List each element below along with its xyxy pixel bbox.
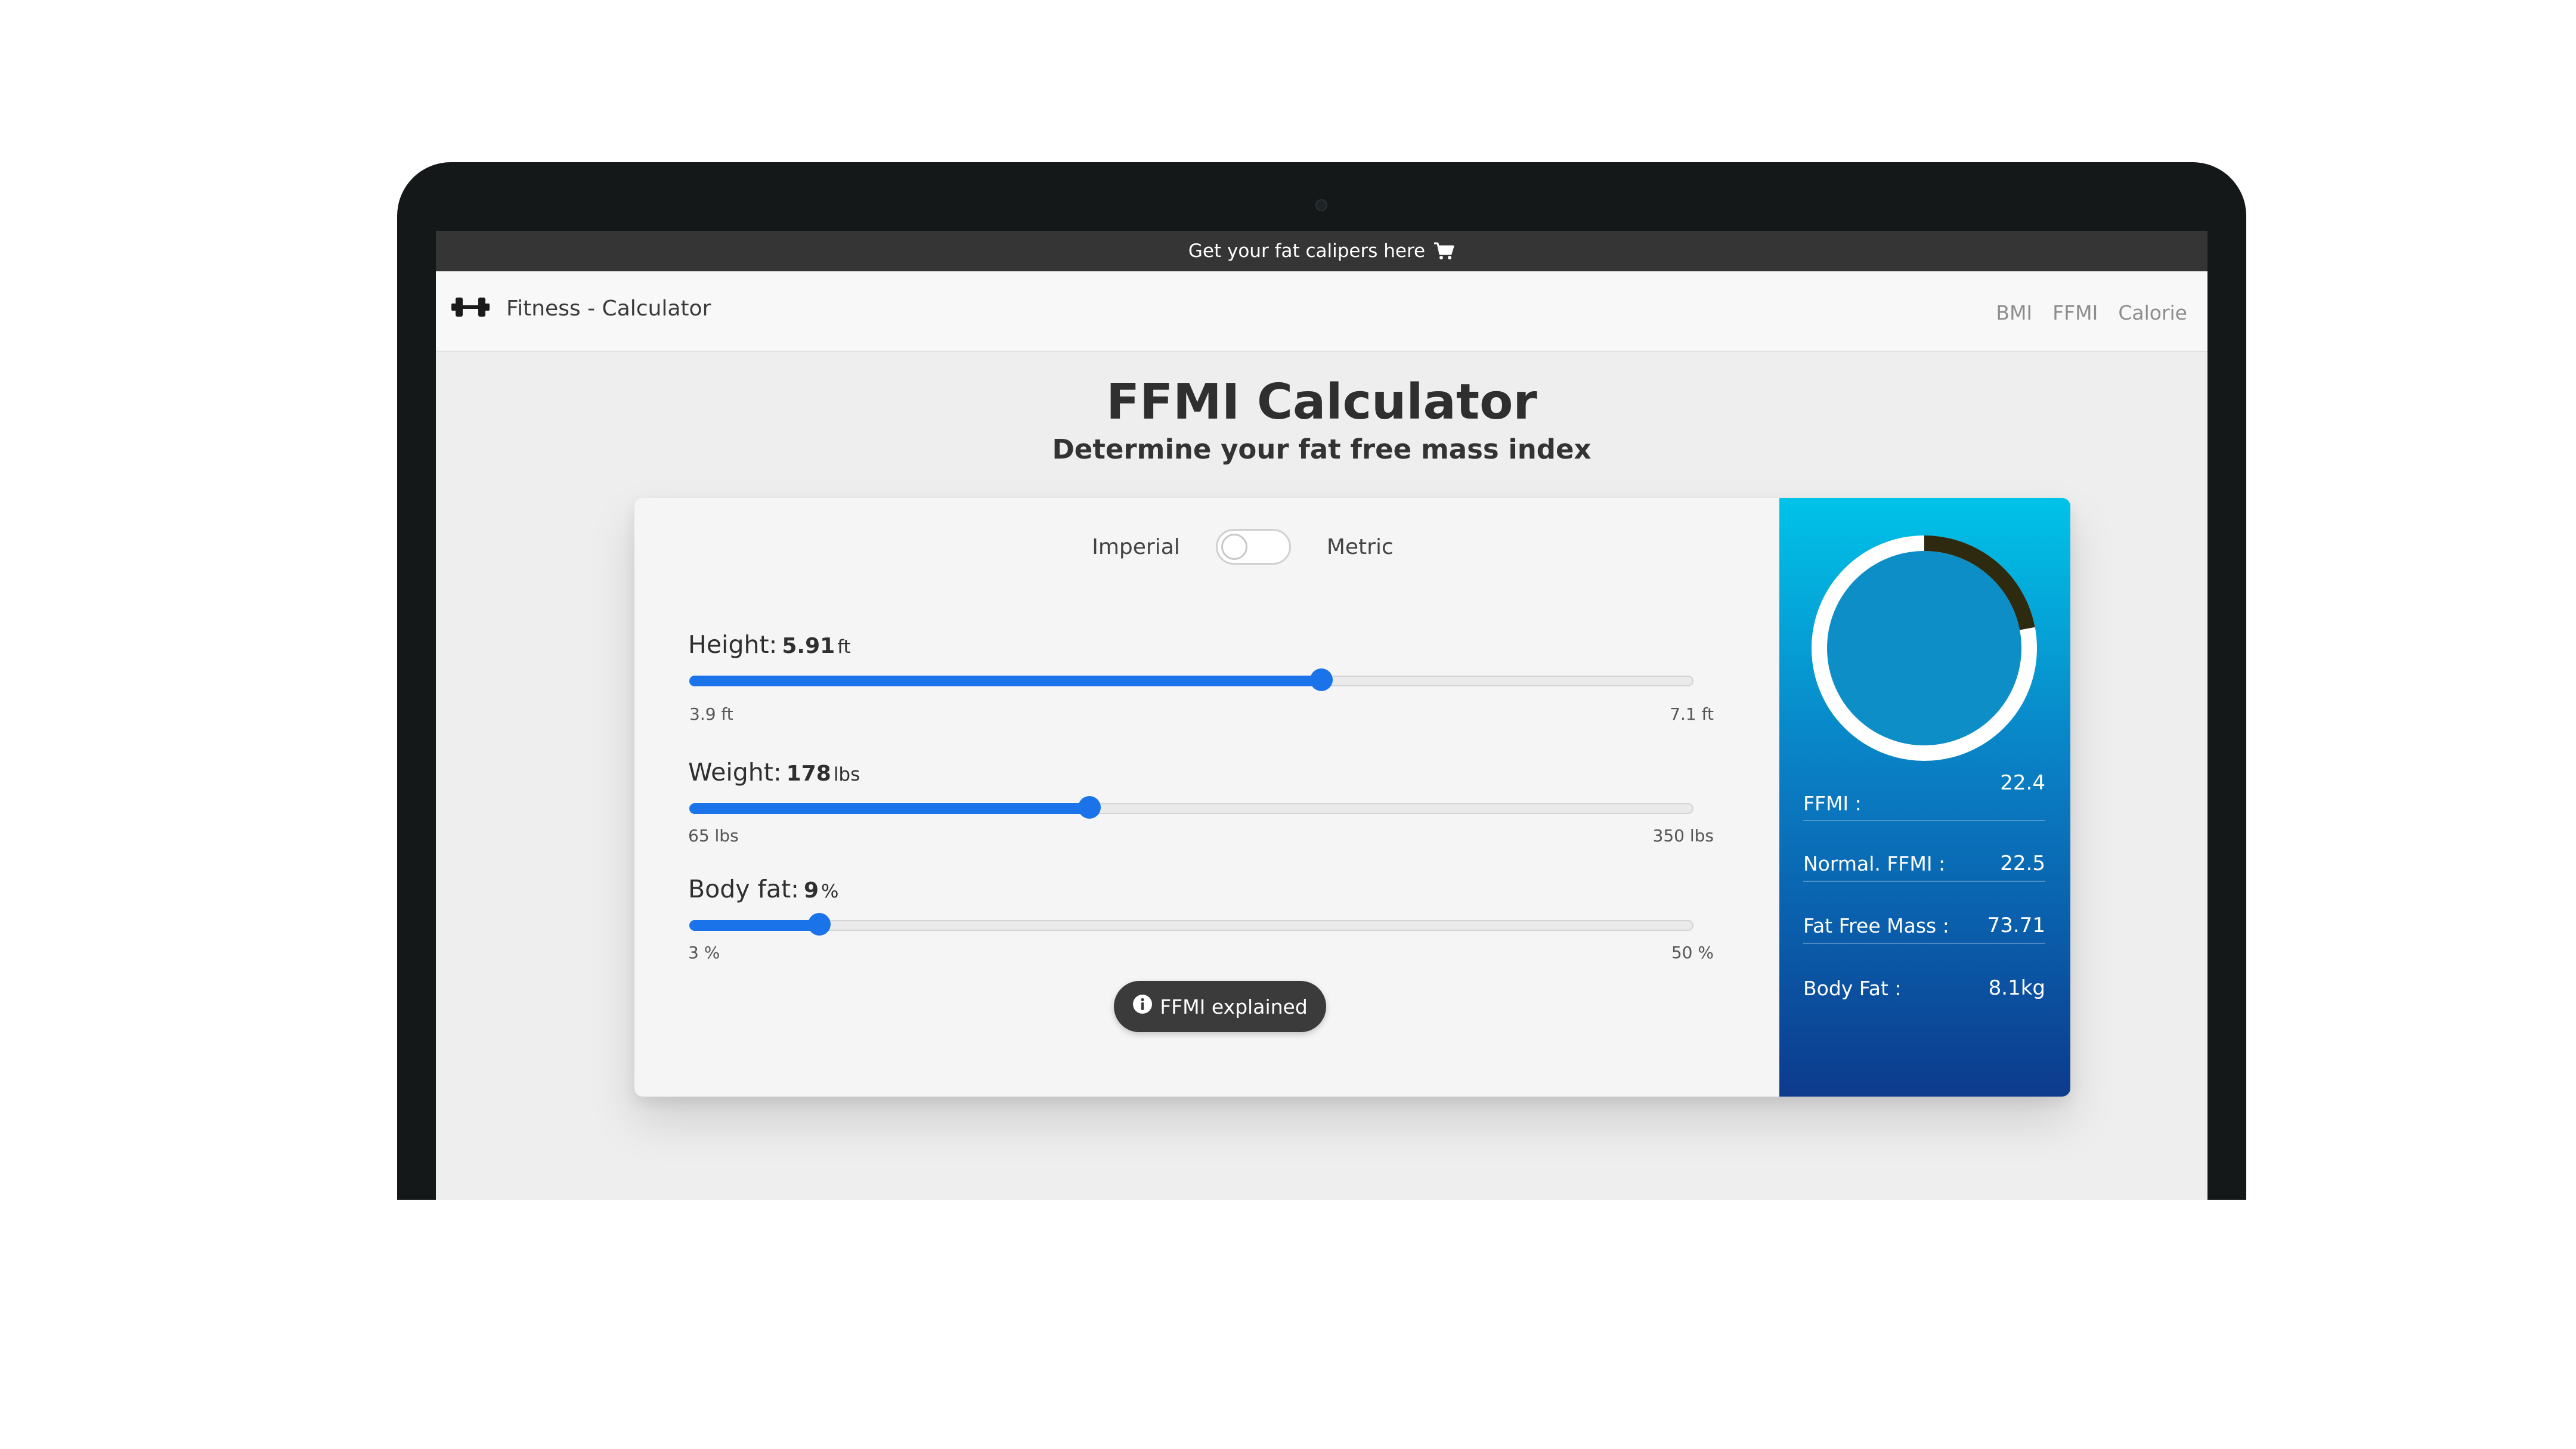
bodyfat-label: Body fat: 9%	[688, 875, 1714, 903]
bodyfat-slider[interactable]	[689, 913, 1693, 936]
promo-banner[interactable]: Get your fat calipers here	[436, 231, 2207, 271]
result-value-ffmi: 22.4	[2000, 771, 2045, 795]
input-panel: Imperial Metric Height: 5.91 ft 3.9 ft 7…	[634, 498, 1779, 1097]
result-value-body-fat: 8.1kg	[1988, 976, 2045, 1000]
height-slider-group: Height: 5.91 ft 3.9 ft 7.1 ft	[688, 630, 1714, 724]
height-value: 5.91	[782, 634, 835, 658]
result-label-fat-free-mass: Fat Free Mass :	[1803, 914, 1949, 937]
weight-min: 65 lbs	[688, 826, 739, 846]
height-max: 7.1 ft	[1670, 704, 1714, 724]
toggle-knob	[1221, 534, 1247, 560]
result-label-ffmi: FFMI :	[1803, 792, 1862, 815]
unit-switch: Imperial Metric	[634, 529, 1779, 565]
height-label-text: Height:	[688, 630, 778, 659]
result-value-fat-free-mass: 73.71	[1987, 914, 2045, 937]
brand-link[interactable]: Fitness - Calculator	[451, 294, 711, 323]
bodyfat-max: 50 %	[1671, 943, 1714, 962]
weight-max: 350 lbs	[1652, 826, 1714, 846]
weight-value: 178	[786, 761, 831, 786]
results-panel: FFMI : 22.4 Normal. FFMI : 22.5 Fat Free…	[1779, 498, 2070, 1097]
brand-name: Fitness - Calculator	[506, 296, 711, 321]
weight-label: Weight: 178 lbs	[688, 758, 1714, 787]
result-label-normalized-ffmi: Normal. FFMI :	[1803, 852, 1946, 875]
result-row-body-fat: Body Fat : 8.1kg	[1803, 970, 2045, 1006]
weight-unit: lbs	[833, 764, 860, 785]
dumbbell-icon	[451, 294, 490, 323]
nav-links: BMI FFMI Calorie	[1996, 301, 2187, 324]
ffmi-gauge	[1812, 535, 2037, 761]
laptop-frame: Get your fat calipers here Fitness - Cal…	[397, 162, 2246, 1200]
weight-slider-thumb[interactable]	[1078, 796, 1101, 819]
promo-text: Get your fat calipers here	[1188, 240, 1426, 262]
result-value-normalized-ffmi: 22.5	[2000, 852, 2045, 875]
ffmi-explained-label: FFMI explained	[1160, 995, 1308, 1018]
bodyfat-label-text: Body fat:	[688, 875, 799, 903]
bodyfat-slider-thumb[interactable]	[807, 913, 831, 936]
cart-icon	[1433, 242, 1455, 261]
navbar: Fitness - Calculator BMI FFMI Calorie	[436, 271, 2207, 352]
height-slider[interactable]	[689, 668, 1693, 691]
result-row-normalized-ffmi: Normal. FFMI : 22.5	[1803, 846, 2045, 882]
bodyfat-min: 3 %	[688, 943, 720, 962]
unit-toggle[interactable]	[1215, 529, 1291, 565]
weight-slider[interactable]	[689, 796, 1693, 819]
gauge-center	[1826, 550, 2022, 746]
height-slider-fill	[689, 676, 1320, 686]
nav-link-bmi[interactable]: BMI	[1996, 301, 2032, 324]
calculator-card: Imperial Metric Height: 5.91 ft 3.9 ft 7…	[634, 498, 2070, 1097]
bodyfat-slider-group: Body fat: 9% 3 % 50 %	[688, 875, 1714, 962]
bodyfat-slider-fill	[689, 920, 818, 931]
height-slider-thumb[interactable]	[1309, 668, 1333, 691]
ffmi-explained-button[interactable]: FFMI explained	[1114, 981, 1326, 1032]
height-label: Height: 5.91 ft	[688, 630, 1714, 659]
weight-slider-fill	[689, 803, 1088, 814]
weight-slider-group: Weight: 178 lbs 65 lbs 350 lbs	[688, 758, 1714, 846]
webcam	[1315, 199, 1327, 211]
result-row-ffmi: FFMI : 22.4	[1803, 771, 2045, 821]
nav-link-ffmi[interactable]: FFMI	[2052, 301, 2098, 324]
result-row-fat-free-mass: Fat Free Mass : 73.71	[1803, 908, 2045, 944]
bodyfat-value: 9	[803, 878, 819, 903]
page-subtitle: Determine your fat free mass index	[1052, 434, 1592, 465]
height-min: 3.9 ft	[689, 704, 733, 724]
result-label-body-fat: Body Fat :	[1803, 976, 1902, 1000]
page-title: FFMI Calculator	[1106, 374, 1537, 431]
nav-link-calorie[interactable]: Calorie	[2118, 301, 2187, 324]
weight-label-text: Weight:	[688, 758, 782, 787]
height-unit: ft	[837, 636, 851, 658]
unit-label-imperial: Imperial	[1092, 534, 1180, 559]
screen: Get your fat calipers here Fitness - Cal…	[436, 231, 2207, 1200]
info-icon	[1132, 994, 1153, 1019]
bodyfat-unit: %	[821, 881, 839, 902]
unit-label-metric: Metric	[1326, 534, 1394, 559]
